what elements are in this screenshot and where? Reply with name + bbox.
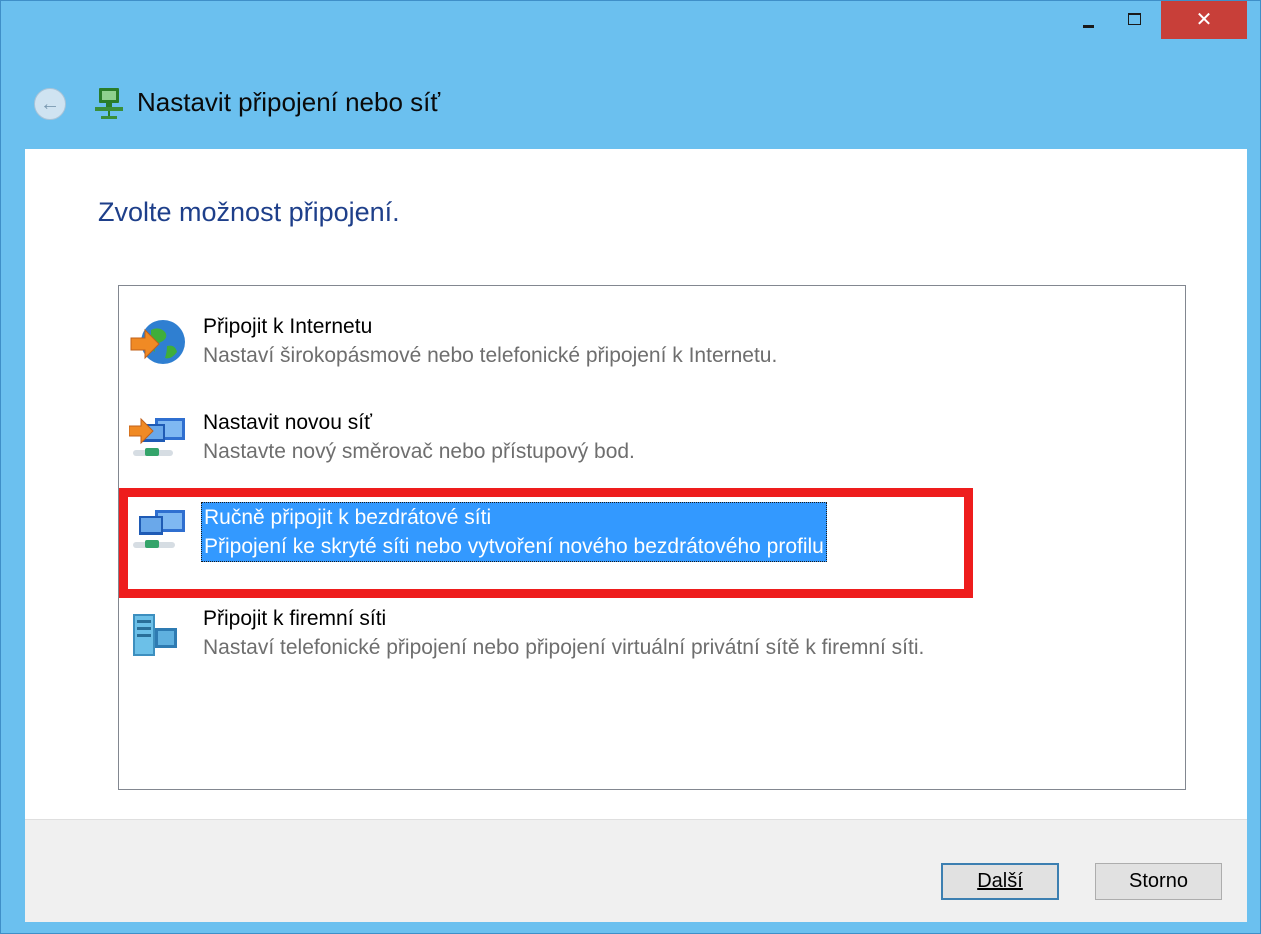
option-description: Připojení ke skryté síti nebo vytvoření … [204,535,824,558]
page-title: Zvolte možnost připojení. [98,197,400,227]
workplace-network-icon [133,614,177,656]
next-button-label: Další [977,870,1023,892]
option-text: Připojit k firemní síti Nastaví telefoni… [201,604,926,662]
option-label: Připojit k firemní síti [203,607,387,630]
dialog-window: ✕ ← Nastavit připojení nebo síť Zvolte m… [0,0,1261,934]
close-icon: ✕ [1195,9,1213,31]
wireless-network-icon [133,510,185,548]
option-workplace-network[interactable]: Připojit k firemní síti Nastaví telefoni… [129,604,1169,664]
option-description: Nastaví telefonické připojení nebo připo… [203,636,925,659]
option-new-network[interactable]: Nastavit novou síť Nastavte nový směrova… [129,408,1169,468]
back-button[interactable]: ← [34,88,66,120]
option-description: Nastaví širokopásmové nebo telefonické p… [203,344,778,367]
close-button[interactable]: ✕ [1161,1,1247,39]
option-manual-wireless[interactable]: Ručně připojit k bezdrátové síti Připoje… [129,502,1169,562]
connection-options-list[interactable]: Připojit k Internetu Nastaví širokopásmo… [118,285,1186,790]
minimize-icon [1082,24,1094,28]
option-text: Nastavit novou síť Nastavte nový směrova… [201,408,637,466]
cancel-button-label: Storno [1129,870,1188,892]
option-label: Nastavit novou síť [203,411,372,434]
option-text-selected: Ručně připojit k bezdrátové síti Připoje… [201,502,827,562]
option-description: Nastavte nový směrovač nebo přístupový b… [203,440,635,463]
content-area: Zvolte možnost připojení. Připojit k Int… [25,149,1247,819]
option-label: Připojit k Internetu [203,315,373,338]
internet-globe-icon [130,320,185,364]
next-button[interactable]: Další [941,863,1059,900]
maximize-button[interactable] [1113,1,1155,37]
option-connect-internet[interactable]: Připojit k Internetu Nastaví širokopásmo… [129,312,1169,372]
button-bar: Další Storno [25,819,1247,922]
minimize-button[interactable] [1067,1,1109,37]
network-setup-icon [95,88,123,119]
option-label: Ručně připojit k bezdrátové síti [204,506,492,529]
back-arrow-icon: ← [40,93,60,115]
option-text: Připojit k Internetu Nastaví širokopásmo… [201,312,779,370]
window-title: Nastavit připojení nebo síť [137,87,441,117]
maximize-icon [1127,13,1141,25]
new-network-icon [129,417,185,456]
cancel-button[interactable]: Storno [1095,863,1222,900]
